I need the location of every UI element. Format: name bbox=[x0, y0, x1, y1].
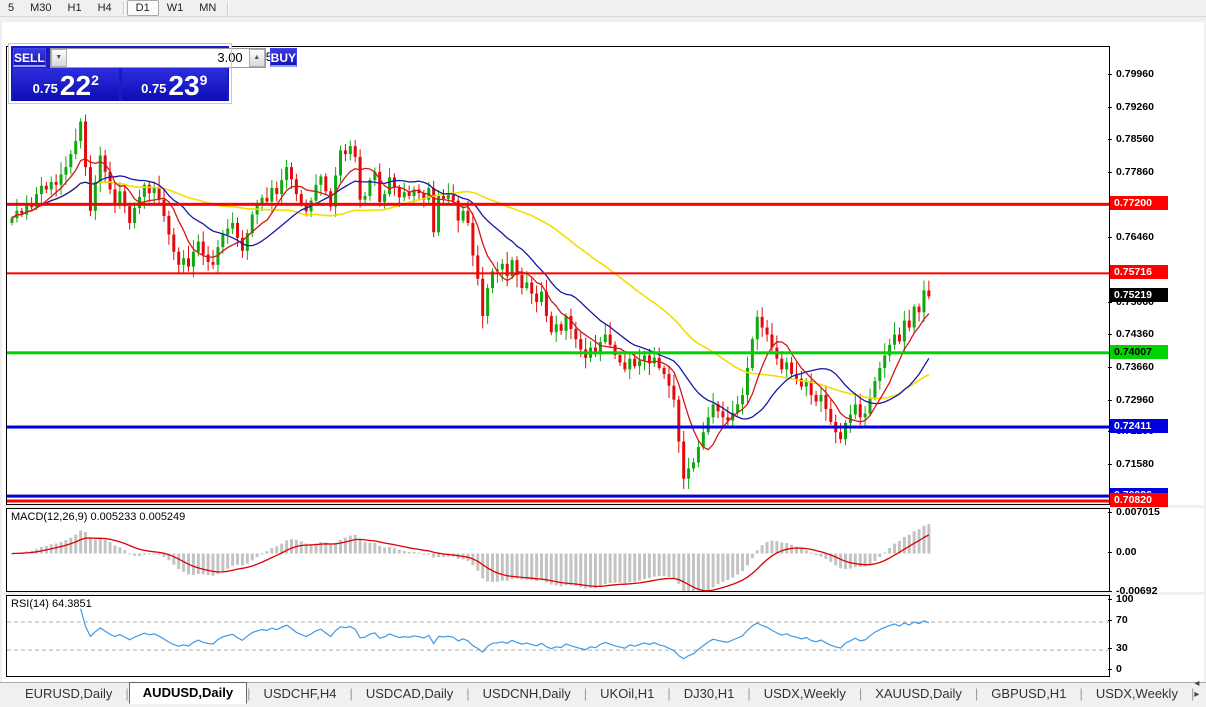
sell-price-small: 0.75 bbox=[32, 81, 58, 96]
axis-tick: 0.78560 bbox=[1108, 133, 1154, 145]
chart-tab-usdx-weekly[interactable]: USDX,Weekly bbox=[751, 684, 859, 704]
axis-tick: 0.79960 bbox=[1108, 68, 1154, 80]
volume-decrease-icon[interactable]: ▼ bbox=[50, 48, 67, 67]
timeframe-button-m30[interactable]: M30 bbox=[22, 0, 59, 16]
buy-button[interactable]: BUY bbox=[269, 48, 298, 67]
chart-tab-xauusd-daily[interactable]: XAUUSD,Daily bbox=[862, 684, 975, 704]
chart-tab-ukoil-h1[interactable]: UKOil,H1 bbox=[587, 684, 667, 704]
axis-tick: 70 bbox=[1108, 614, 1128, 626]
timeframe-button-d1[interactable]: D1 bbox=[126, 0, 159, 16]
buy-price-box[interactable]: 0.75 23 9 bbox=[121, 68, 227, 101]
buy-price-sup: 9 bbox=[199, 72, 208, 88]
axis-tick: 0.77860 bbox=[1108, 166, 1154, 178]
axis-tick: 0 bbox=[1108, 663, 1122, 675]
axis-tick: 0.00 bbox=[1108, 546, 1136, 558]
chart-window: ▲AUDUSD,Daily 0.75331 0.75351 0.75127 0.… bbox=[2, 22, 1206, 694]
price-badge-0.70820: 0.70820 bbox=[1110, 493, 1168, 508]
chart-tab-gbpusd-h1[interactable]: GBPUSD,H1 bbox=[978, 684, 1079, 704]
timeframe-button-w1[interactable]: W1 bbox=[159, 0, 192, 16]
price-badge-0.72411: 0.72411 bbox=[1110, 419, 1168, 434]
sell-price-box[interactable]: 0.75 22 2 bbox=[13, 68, 119, 101]
axis-tick: 30 bbox=[1108, 642, 1128, 654]
axis-tick: 0.74360 bbox=[1108, 328, 1154, 340]
chart-tab-eurusd-daily[interactable]: EURUSD,Daily bbox=[12, 684, 125, 704]
price-badge-0.75716: 0.75716 bbox=[1110, 265, 1168, 280]
price-badge-0.75219: 0.75219 bbox=[1110, 288, 1168, 303]
chart-tabbar: EURUSD,Daily | AUDUSD,Daily | USDCHF,H4 | USDC… bbox=[0, 678, 1206, 704]
timeframe-button-5[interactable]: 5 bbox=[0, 0, 22, 16]
volume-increase-icon[interactable]: ▲ bbox=[248, 48, 265, 67]
axis-tick: 0.79260 bbox=[1108, 101, 1154, 113]
toolbar-separator bbox=[122, 1, 124, 15]
rsi-label: RSI(14) 64.3851 bbox=[11, 598, 92, 610]
timeframe-toolbar: 5 M30 H1 H4 D1 W1 MN bbox=[0, 0, 1206, 17]
axis-tick: 0.76460 bbox=[1108, 231, 1154, 243]
sell-price-sup: 2 bbox=[91, 72, 99, 88]
price-badge-0.77200: 0.77200 bbox=[1110, 196, 1168, 211]
volume-spinner: ▼ ▲ bbox=[49, 47, 266, 68]
chart-tab-dj30-h1[interactable]: DJ30,H1 bbox=[671, 684, 748, 704]
timeframe-button-h4[interactable]: H4 bbox=[90, 0, 120, 16]
buy-price-big: 23 bbox=[168, 70, 200, 101]
rsi-panel-canvas[interactable] bbox=[6, 595, 1110, 677]
toolbar-separator bbox=[227, 1, 229, 15]
chart-tab-usdchf-h4[interactable]: USDCHF,H4 bbox=[250, 684, 349, 704]
volume-input[interactable] bbox=[66, 49, 249, 66]
sell-button[interactable]: SELL bbox=[13, 48, 46, 67]
axis-tick: 100 bbox=[1108, 593, 1134, 605]
sell-price-big: 22 bbox=[59, 70, 92, 101]
axis-tick: 0.007015 bbox=[1108, 506, 1160, 518]
chart-tab-usdcad-daily[interactable]: USDCAD,Daily bbox=[353, 684, 466, 704]
chart-tab-usdcnh-daily[interactable]: USDCNH,Daily bbox=[470, 684, 584, 704]
main-chart-canvas[interactable] bbox=[6, 46, 1110, 505]
price-badge-0.74007: 0.74007 bbox=[1110, 344, 1168, 359]
axis-tick: 0.72960 bbox=[1108, 394, 1154, 406]
timeframe-button-mn[interactable]: MN bbox=[191, 0, 224, 16]
macd-label: MACD(12,26,9) 0.005233 0.005249 bbox=[11, 511, 186, 523]
buy-price-small: 0.75 bbox=[141, 81, 167, 96]
one-click-trade-panel: SELL ▼ ▲ BUY 0.75222 0.75239 bbox=[8, 43, 298, 104]
chart-tab-audusd-daily[interactable]: AUDUSD,Daily bbox=[128, 682, 248, 704]
chart-tab-usdx-weekly[interactable]: USDX,Weekly bbox=[1083, 684, 1191, 704]
axis-tick: 0.71580 bbox=[1108, 458, 1154, 470]
axis-tick: 0.73660 bbox=[1108, 361, 1154, 373]
tab-scroll-arrows[interactable]: ◂ ▸ bbox=[1194, 678, 1206, 704]
timeframe-button-h1[interactable]: H1 bbox=[60, 0, 90, 16]
